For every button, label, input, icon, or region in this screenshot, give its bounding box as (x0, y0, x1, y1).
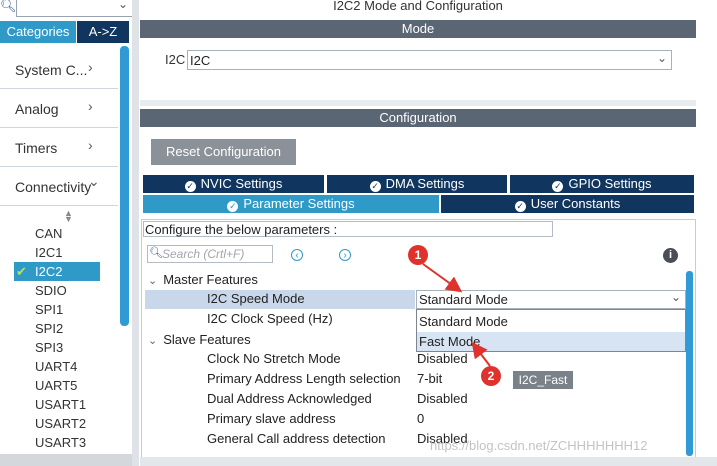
arrow-to-fast-mode (471, 341, 491, 367)
annotation-badge-2: 2 (481, 366, 501, 386)
annotation-arrows (422, 263, 491, 367)
arrow-to-speed-select (422, 263, 463, 293)
horizontal-scrollbar[interactable] (140, 457, 717, 466)
watermark: https://blog.csdn.net/ZCHHHHHHH12 (430, 438, 648, 453)
annotation-badge-1: 1 (408, 245, 428, 265)
